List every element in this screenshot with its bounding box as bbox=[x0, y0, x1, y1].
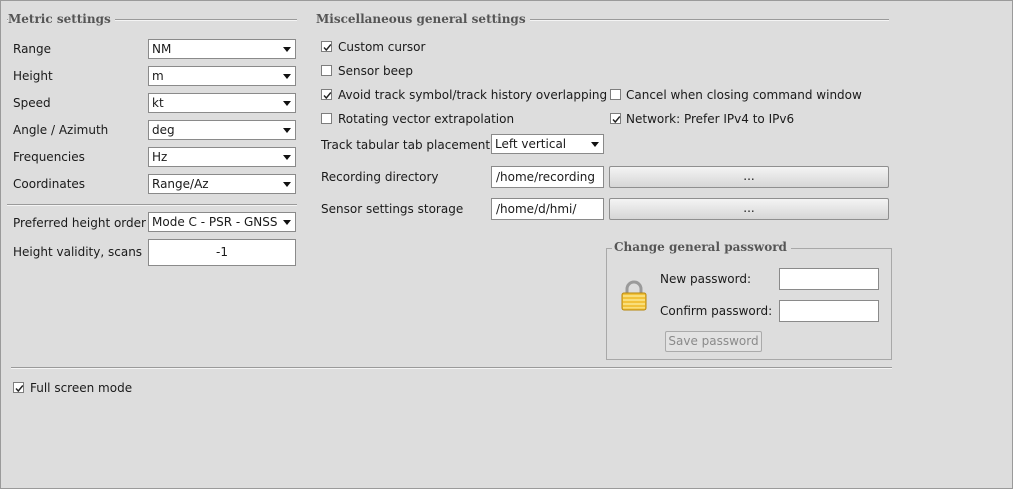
angle-select[interactable]: deg bbox=[148, 120, 296, 140]
new-password-label: New password: bbox=[660, 272, 752, 286]
custom-cursor-checkbox[interactable] bbox=[321, 41, 332, 52]
confirm-password-label: Confirm password: bbox=[660, 304, 773, 318]
chevron-down-icon bbox=[283, 101, 291, 106]
prefer-ipv4-label: Network: Prefer IPv4 to IPv6 bbox=[626, 112, 795, 126]
frequencies-value: Hz bbox=[152, 150, 168, 164]
cancel-closing-checkbox[interactable] bbox=[610, 89, 621, 100]
tab-placement-label: Track tabular tab placement bbox=[321, 138, 491, 152]
custom-cursor-label: Custom cursor bbox=[338, 40, 426, 54]
range-value: NM bbox=[152, 42, 172, 56]
cancel-closing-label: Cancel when closing command window bbox=[626, 88, 862, 102]
speed-value: kt bbox=[152, 96, 164, 110]
coordinates-select[interactable]: Range/Az bbox=[148, 174, 296, 194]
full-screen-checkbox[interactable] bbox=[13, 382, 24, 393]
rotating-vector-label: Rotating vector extrapolation bbox=[338, 112, 515, 126]
checkmark-icon bbox=[323, 44, 332, 52]
frequencies-select[interactable]: Hz bbox=[148, 147, 296, 167]
angle-label: Angle / Azimuth bbox=[13, 123, 109, 137]
sensor-storage-browse-button[interactable]: ... bbox=[609, 198, 889, 220]
height-label: Height bbox=[13, 69, 53, 83]
chevron-down-icon bbox=[283, 74, 291, 79]
speed-select[interactable]: kt bbox=[148, 93, 296, 113]
password-title: Change general password bbox=[612, 240, 791, 254]
recording-dir-label: Recording directory bbox=[321, 170, 439, 184]
sensor-beep-checkbox[interactable] bbox=[321, 65, 332, 76]
height-select[interactable]: m bbox=[148, 66, 296, 86]
recording-dir-browse-button[interactable]: ... bbox=[609, 166, 889, 188]
chevron-down-icon bbox=[283, 182, 291, 187]
speed-label: Speed bbox=[13, 96, 51, 110]
range-select[interactable]: NM bbox=[148, 39, 296, 59]
tab-placement-select[interactable]: Left vertical bbox=[491, 134, 604, 154]
angle-value: deg bbox=[152, 123, 175, 137]
bottom-divider bbox=[11, 367, 892, 369]
confirm-password-input[interactable] bbox=[779, 300, 879, 322]
range-label: Range bbox=[13, 42, 52, 56]
avoid-overlap-label: Avoid track symbol/track history overlap… bbox=[338, 88, 608, 102]
chevron-down-icon bbox=[283, 155, 291, 160]
settings-panel: Metric settings Range NM Height m Speed … bbox=[0, 0, 1013, 489]
chevron-down-icon bbox=[283, 220, 291, 225]
preferred-height-label: Preferred height order bbox=[13, 216, 146, 230]
chevron-down-icon bbox=[283, 128, 291, 133]
recording-dir-input[interactable]: /home/recording bbox=[491, 166, 604, 188]
metric-divider bbox=[7, 204, 297, 206]
height-validity-label: Height validity, scans bbox=[13, 245, 143, 259]
avoid-overlap-checkbox[interactable] bbox=[321, 89, 332, 100]
preferred-height-select[interactable]: Mode C - PSR - GNSS bbox=[148, 212, 296, 232]
checkmark-icon bbox=[323, 92, 332, 100]
sensor-storage-label: Sensor settings storage bbox=[321, 202, 464, 216]
misc-settings-title: Miscellaneous general settings bbox=[316, 12, 530, 26]
chevron-down-icon bbox=[591, 142, 599, 147]
checkmark-icon bbox=[15, 385, 24, 393]
sensor-beep-label: Sensor beep bbox=[338, 64, 413, 78]
full-screen-label: Full screen mode bbox=[30, 381, 133, 395]
tab-placement-value: Left vertical bbox=[495, 137, 567, 151]
sensor-storage-input[interactable]: /home/d/hmi/ bbox=[491, 198, 604, 220]
height-value: m bbox=[152, 69, 164, 83]
preferred-height-value: Mode C - PSR - GNSS bbox=[152, 215, 278, 229]
checkmark-icon bbox=[612, 116, 621, 124]
coordinates-value: Range/Az bbox=[152, 177, 209, 191]
rotating-vector-checkbox[interactable] bbox=[321, 113, 332, 124]
coordinates-label: Coordinates bbox=[13, 177, 86, 191]
metric-settings-title: Metric settings bbox=[8, 12, 115, 26]
chevron-down-icon bbox=[283, 47, 291, 52]
lock-icon bbox=[620, 280, 648, 315]
prefer-ipv4-checkbox[interactable] bbox=[610, 113, 621, 124]
height-validity-input[interactable]: -1 bbox=[148, 239, 296, 266]
new-password-input[interactable] bbox=[779, 268, 879, 290]
save-password-button[interactable]: Save password bbox=[665, 331, 762, 352]
frequencies-label: Frequencies bbox=[13, 150, 85, 164]
